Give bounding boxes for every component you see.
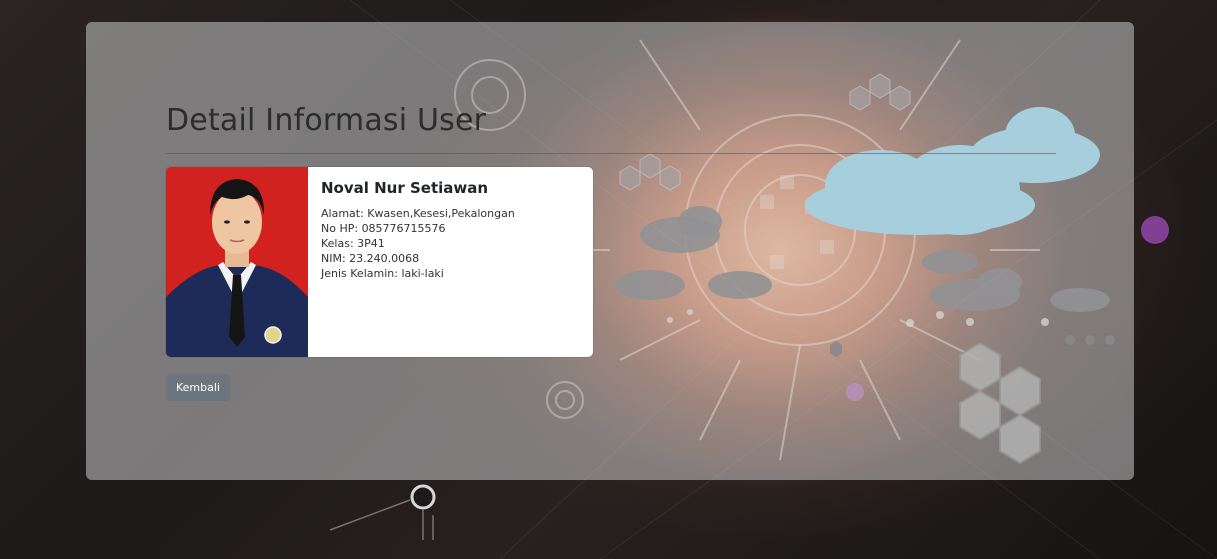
user-gender: Jenis Kelamin: laki-laki <box>321 267 444 280</box>
back-button[interactable]: Kembali <box>166 374 230 401</box>
user-phone: No HP: 085776715576 <box>321 222 446 235</box>
profile-picture <box>166 167 308 357</box>
page-title: Detail Informasi User <box>166 103 487 138</box>
user-address: Alamat: Kwasen,Kesesi,Pekalongan <box>321 207 515 220</box>
user-class: Kelas: 3P41 <box>321 237 385 250</box>
user-nim: NIM: 23.240.0068 <box>321 252 420 265</box>
user-card: Noval Nur Setiawan Alamat: Kwasen,Kesesi… <box>166 167 593 357</box>
user-photo <box>166 167 308 357</box>
user-details: Noval Nur Setiawan Alamat: Kwasen,Kesesi… <box>321 179 583 281</box>
user-name: Noval Nur Setiawan <box>321 179 489 197</box>
title-divider <box>166 153 1056 154</box>
